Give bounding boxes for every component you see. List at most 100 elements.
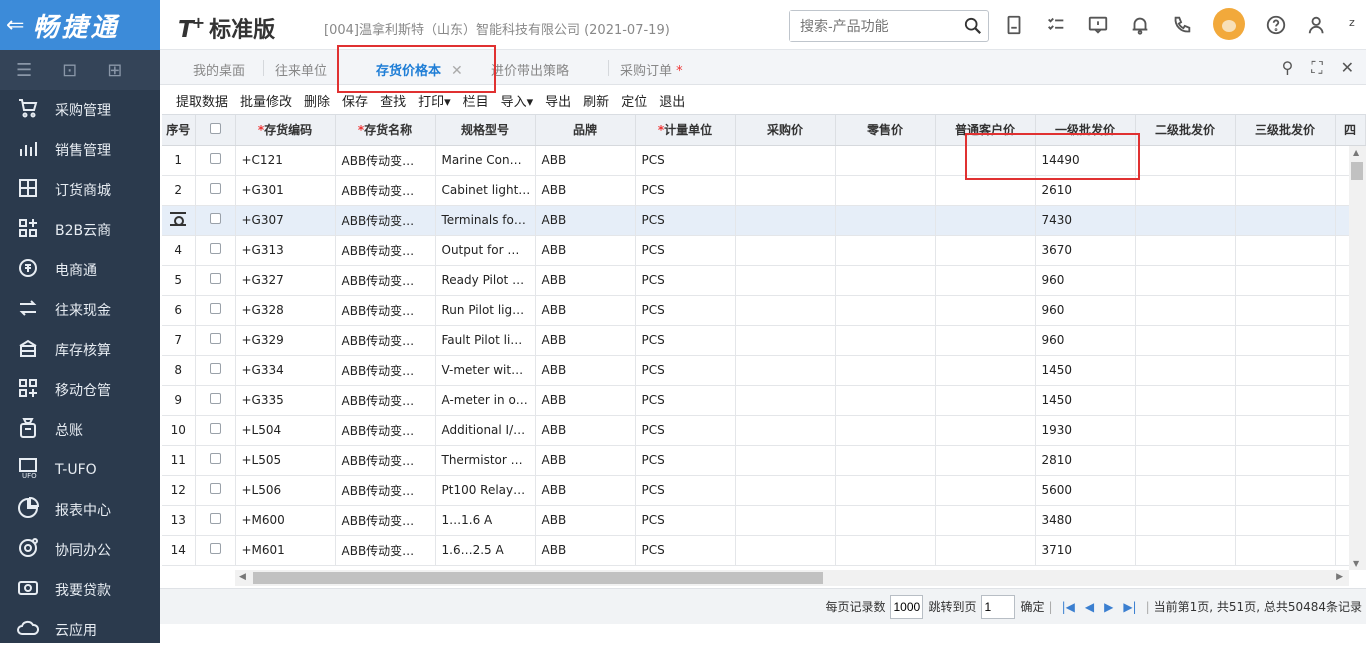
bell-icon[interactable] [1129, 14, 1151, 40]
purchase-price-cell[interactable] [735, 295, 836, 326]
column-header-2[interactable]: *存货编码 [235, 115, 336, 146]
code-cell[interactable]: +G313 [235, 235, 336, 266]
retail-price-cell[interactable] [835, 445, 936, 476]
row-checkbox[interactable] [209, 243, 221, 254]
toolbar-button-7[interactable]: 导入▾ [501, 91, 534, 110]
purchase-price-cell[interactable] [735, 535, 836, 566]
name-cell[interactable]: ABB传动变… [335, 535, 436, 566]
table-row[interactable]: 13 +M600 ABB传动变… 1…1.6 A ABB PCS 3480 [162, 505, 1366, 536]
brand-cell[interactable]: ABB [535, 295, 636, 326]
retail-price-cell[interactable] [835, 145, 936, 176]
purchase-price-cell[interactable] [735, 265, 836, 296]
code-cell[interactable]: +G301 [235, 175, 336, 206]
scroll-right-icon[interactable]: ▶ [1336, 572, 1343, 582]
row-checkbox[interactable] [209, 363, 221, 374]
wholesale-3-cell[interactable] [1235, 235, 1336, 266]
spec-cell[interactable]: 1.6…2.5 A [435, 535, 536, 566]
code-cell[interactable]: +L505 [235, 445, 336, 476]
sidebar-item-11[interactable]: 协同办公 [0, 530, 160, 570]
spec-cell[interactable]: Run Pilot lig… [435, 295, 536, 326]
purchase-price-cell[interactable] [735, 355, 836, 386]
name-cell[interactable]: ABB传动变… [335, 355, 436, 386]
wholesale-2-cell[interactable] [1135, 475, 1236, 506]
purchase-price-cell[interactable] [735, 325, 836, 356]
table-row[interactable]: 5 +G327 ABB传动变… Ready Pilot … ABB PCS 960 [162, 265, 1366, 296]
wholesale-3-cell[interactable] [1235, 385, 1336, 416]
row-checkbox-cell[interactable] [195, 235, 236, 266]
wholesale-2-cell[interactable] [1135, 445, 1236, 476]
row-checkbox[interactable] [209, 153, 221, 164]
code-cell[interactable]: +L504 [235, 415, 336, 446]
wholesale-1-cell[interactable]: 1450 [1035, 385, 1136, 416]
sidebar-item-3[interactable]: B2B云商 [0, 210, 160, 250]
search-box[interactable] [789, 10, 989, 42]
sidebar-item-7[interactable]: 移动仓管 [0, 370, 160, 410]
scroll-left-icon[interactable]: ◀ [239, 572, 246, 582]
sidebar-item-0[interactable]: 采购管理 [0, 90, 160, 130]
wholesale-1-cell[interactable]: 960 [1035, 265, 1136, 296]
wholesale-1-cell[interactable]: 5600 [1035, 475, 1136, 506]
toolbar-button-8[interactable]: 导出 [545, 91, 571, 110]
row-edit-cell[interactable] [162, 205, 196, 236]
wholesale-1-cell[interactable]: 3670 [1035, 235, 1136, 266]
customer-price-cell[interactable] [935, 475, 1036, 506]
unit-cell[interactable]: PCS [635, 235, 736, 266]
toolbar-button-6[interactable]: 栏目 [463, 91, 489, 110]
tab-purchase-order[interactable]: 采购订单 * [620, 60, 683, 79]
code-cell[interactable]: +M601 [235, 535, 336, 566]
wholesale-3-cell[interactable] [1235, 265, 1336, 296]
code-cell[interactable]: +G327 [235, 265, 336, 296]
code-cell[interactable]: +C121 [235, 145, 336, 176]
row-checkbox[interactable] [209, 453, 221, 464]
wholesale-2-cell[interactable] [1135, 415, 1236, 446]
code-cell[interactable]: +G329 [235, 325, 336, 356]
sidebar-item-8[interactable]: 总账 [0, 410, 160, 450]
wholesale-1-cell[interactable]: 2810 [1035, 445, 1136, 476]
name-cell[interactable]: ABB传动变… [335, 295, 436, 326]
sidebar-item-10[interactable]: 报表中心 [0, 490, 160, 530]
toolbar-button-5[interactable]: 打印▾ [418, 91, 451, 110]
first-page-icon[interactable]: |◀ [1062, 600, 1075, 614]
unit-cell[interactable]: PCS [635, 265, 736, 296]
sidebar-item-9[interactable]: UFO T-UFO [0, 450, 160, 490]
row-edit-icon[interactable] [170, 211, 187, 226]
column-header-11[interactable]: 二级批发价 [1135, 115, 1236, 146]
brand-cell[interactable]: ABB [535, 265, 636, 296]
table-row[interactable]: 8 +G334 ABB传动变… V-meter wit… ABB PCS 1450 [162, 355, 1366, 386]
table-row[interactable]: 7 +G329 ABB传动变… Fault Pilot li… ABB PCS 960 [162, 325, 1366, 356]
retail-price-cell[interactable] [835, 415, 936, 446]
wholesale-2-cell[interactable] [1135, 145, 1236, 176]
sidebar-item-6[interactable]: 库存核算 [0, 330, 160, 370]
row-checkbox-cell[interactable] [195, 265, 236, 296]
row-checkbox-cell[interactable] [195, 175, 236, 206]
table-row[interactable]: 2 +G301 ABB传动变… Cabinet light… ABB PCS 2610 [162, 175, 1366, 206]
customer-price-cell[interactable] [935, 265, 1036, 296]
row-checkbox[interactable] [209, 273, 221, 284]
wholesale-1-cell[interactable]: 1450 [1035, 355, 1136, 386]
name-cell[interactable]: ABB传动变… [335, 445, 436, 476]
avatar[interactable] [1213, 8, 1245, 40]
brand-cell[interactable]: ABB [535, 445, 636, 476]
retail-price-cell[interactable] [835, 175, 936, 206]
spec-cell[interactable]: 1…1.6 A [435, 505, 536, 536]
sidebar-item-2[interactable]: 订货商城 [0, 170, 160, 210]
table-row[interactable]: 11 +L505 ABB传动变… Thermistor … ABB PCS 2810 [162, 445, 1366, 476]
name-cell[interactable]: ABB传动变… [335, 205, 436, 236]
toolbar-button-4[interactable]: 查找 [380, 91, 406, 110]
wholesale-1-cell[interactable]: 1930 [1035, 415, 1136, 446]
row-checkbox[interactable] [209, 213, 221, 224]
retail-price-cell[interactable] [835, 235, 936, 266]
unit-cell[interactable]: PCS [635, 475, 736, 506]
toolbar-button-10[interactable]: 定位 [621, 91, 647, 110]
wholesale-3-cell[interactable] [1235, 295, 1336, 326]
name-cell[interactable]: ABB传动变… [335, 325, 436, 356]
purchase-price-cell[interactable] [735, 385, 836, 416]
tab-purchase-price-strategy[interactable]: 进价带出策略 [491, 60, 569, 79]
username[interactable]: z [1349, 16, 1355, 29]
sidebar-item-1[interactable]: 销售管理 [0, 130, 160, 170]
retail-price-cell[interactable] [835, 475, 936, 506]
name-cell[interactable]: ABB传动变… [335, 385, 436, 416]
scroll-up-icon[interactable]: ▲ [1353, 148, 1359, 157]
name-cell[interactable]: ABB传动变… [335, 145, 436, 176]
name-cell[interactable]: ABB传动变… [335, 505, 436, 536]
